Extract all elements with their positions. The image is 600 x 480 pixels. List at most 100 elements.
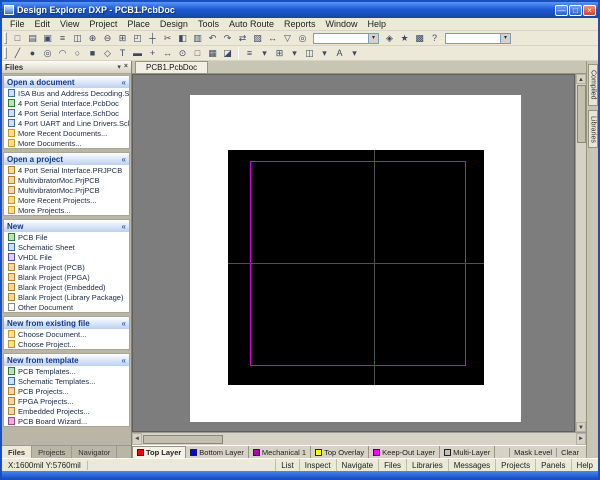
- close-button[interactable]: ×: [583, 5, 596, 16]
- list-item[interactable]: 4 Port Serial Interface.PcbDoc: [4, 98, 129, 108]
- menu-item[interactable]: Place: [122, 18, 155, 30]
- list-item[interactable]: Schematic Templates...: [4, 376, 129, 386]
- section-header[interactable]: New «: [4, 220, 129, 232]
- list-item[interactable]: FPGA Projects...: [4, 396, 129, 406]
- section-header[interactable]: New from template «: [4, 354, 129, 366]
- zoom-area-icon[interactable]: ⊞: [115, 32, 130, 45]
- dropdown-arrow-icon[interactable]: ▾: [287, 47, 302, 60]
- dropdown-arrow-icon[interactable]: ▾: [347, 47, 362, 60]
- new-document-icon[interactable]: □: [10, 32, 25, 45]
- print-icon[interactable]: ≡: [55, 32, 70, 45]
- list-item[interactable]: More Documents...: [4, 138, 129, 148]
- layer-tab[interactable]: Keep-Out Layer: [369, 446, 440, 458]
- vertical-scrollbar[interactable]: ▲ ▼: [575, 74, 586, 432]
- list-item[interactable]: Embedded Projects...: [4, 406, 129, 416]
- component-icon[interactable]: ▬: [130, 47, 145, 60]
- pcb-canvas[interactable]: [132, 74, 575, 432]
- panel-tab[interactable]: Navigator: [72, 446, 117, 458]
- list-item[interactable]: Other Document: [4, 302, 129, 312]
- list-item[interactable]: Choose Project...: [4, 339, 129, 349]
- grid-settings-icon[interactable]: ⊞: [272, 47, 287, 60]
- select-area-icon[interactable]: ▧: [250, 32, 265, 45]
- title-bar[interactable]: Design Explorer DXP - PCB1.PcbDoc — □ ×: [2, 2, 598, 18]
- copy-icon[interactable]: ◧: [175, 32, 190, 45]
- section-header[interactable]: Open a document «: [4, 76, 129, 88]
- help-icon[interactable]: ?: [427, 32, 442, 45]
- paste-array-icon[interactable]: ▦: [205, 47, 220, 60]
- design-rules-icon[interactable]: ◈: [382, 32, 397, 45]
- redo-icon[interactable]: ↷: [220, 32, 235, 45]
- filter-combo[interactable]: ▾: [445, 33, 511, 44]
- files-panel-header[interactable]: Files ▾ ×: [2, 61, 131, 74]
- list-item[interactable]: ISA Bus and Address Decoding.SchDoc: [4, 88, 129, 98]
- library-icon[interactable]: ▩: [412, 32, 427, 45]
- layer-tab[interactable]: Top Overlay: [311, 446, 369, 458]
- layer-tab[interactable]: Multi-Layer: [440, 446, 495, 458]
- mask-level-button[interactable]: Mask Level: [509, 448, 556, 457]
- dropdown-arrow-icon[interactable]: ▾: [257, 47, 272, 60]
- list-item[interactable]: PCB File: [4, 232, 129, 242]
- menu-item[interactable]: Design: [155, 18, 193, 30]
- room-icon[interactable]: □: [190, 47, 205, 60]
- list-item[interactable]: Choose Document...: [4, 329, 129, 339]
- layer-tab[interactable]: Bottom Layer: [186, 446, 249, 458]
- panel-tab[interactable]: Projects: [32, 446, 72, 458]
- cross-probe-icon[interactable]: ⇄: [235, 32, 250, 45]
- menu-item[interactable]: Tools: [193, 18, 224, 30]
- scroll-up-icon[interactable]: ▲: [576, 74, 586, 84]
- menu-item[interactable]: Auto Route: [224, 18, 279, 30]
- move-object-icon[interactable]: ↔: [265, 32, 280, 45]
- dock-tab[interactable]: Compiled: [588, 64, 598, 106]
- scroll-thumb[interactable]: [143, 435, 223, 444]
- print-preview-icon[interactable]: ◫: [70, 32, 85, 45]
- list-item[interactable]: PCB Projects...: [4, 386, 129, 396]
- menu-item[interactable]: View: [55, 18, 84, 30]
- list-item[interactable]: Schematic Sheet: [4, 242, 129, 252]
- status-bar-button[interactable]: Files: [378, 459, 406, 471]
- section-header[interactable]: New from existing file «: [4, 317, 129, 329]
- chevron-down-icon[interactable]: ▾: [117, 63, 121, 71]
- list-item[interactable]: Blank Project (PCB): [4, 262, 129, 272]
- collapse-chevron-icon[interactable]: «: [122, 319, 126, 328]
- scroll-left-icon[interactable]: ◄: [132, 433, 142, 445]
- list-item[interactable]: MultivibratorMoc.PrjPCB: [4, 185, 129, 195]
- filter-icon[interactable]: ▽: [280, 32, 295, 45]
- coordinate-icon[interactable]: +: [145, 47, 160, 60]
- origin-icon[interactable]: ⊙: [175, 47, 190, 60]
- list-item[interactable]: 4 Port UART and Line Drivers.SchDoc: [4, 118, 129, 128]
- string-icon[interactable]: T: [115, 47, 130, 60]
- menu-item[interactable]: Window: [321, 18, 363, 30]
- via-icon[interactable]: ◎: [40, 47, 55, 60]
- chevron-down-icon[interactable]: ▾: [500, 34, 510, 43]
- align-objects-icon[interactable]: ≡: [242, 47, 257, 60]
- list-item[interactable]: More Projects...: [4, 205, 129, 215]
- dropdown-arrow-icon[interactable]: ▾: [317, 47, 332, 60]
- collapse-chevron-icon[interactable]: «: [122, 78, 126, 87]
- pad-icon[interactable]: ●: [25, 47, 40, 60]
- pan-icon[interactable]: ┼: [145, 32, 160, 45]
- collapse-chevron-icon[interactable]: «: [122, 222, 126, 231]
- board-region[interactable]: [228, 150, 484, 385]
- dock-tab[interactable]: Libraries: [588, 110, 598, 149]
- list-item[interactable]: Blank Project (Library Package): [4, 292, 129, 302]
- close-icon[interactable]: ×: [124, 63, 128, 71]
- line-icon[interactable]: ╱: [10, 47, 25, 60]
- status-bar-button[interactable]: Messages: [448, 459, 495, 471]
- circle-icon[interactable]: ○: [70, 47, 85, 60]
- list-item[interactable]: Blank Project (Embedded): [4, 282, 129, 292]
- scroll-down-icon[interactable]: ▼: [576, 422, 586, 432]
- menu-item[interactable]: Edit: [30, 18, 56, 30]
- arc-icon[interactable]: ◠: [55, 47, 70, 60]
- paste-icon[interactable]: ▥: [190, 32, 205, 45]
- collapse-chevron-icon[interactable]: «: [122, 155, 126, 164]
- status-bar-button[interactable]: Projects: [495, 459, 535, 471]
- status-bar-button[interactable]: Inspect: [299, 459, 336, 471]
- maximize-button[interactable]: □: [569, 5, 582, 16]
- status-bar-button[interactable]: Help: [571, 459, 598, 471]
- collapse-chevron-icon[interactable]: «: [122, 356, 126, 365]
- list-item[interactable]: MultivibratorMoc.PrjPCB: [4, 175, 129, 185]
- zoom-document-icon[interactable]: ◰: [130, 32, 145, 45]
- panel-tab[interactable]: Files: [2, 446, 32, 458]
- status-bar-button[interactable]: Navigate: [336, 459, 379, 471]
- toolbar-grip[interactable]: [4, 32, 7, 44]
